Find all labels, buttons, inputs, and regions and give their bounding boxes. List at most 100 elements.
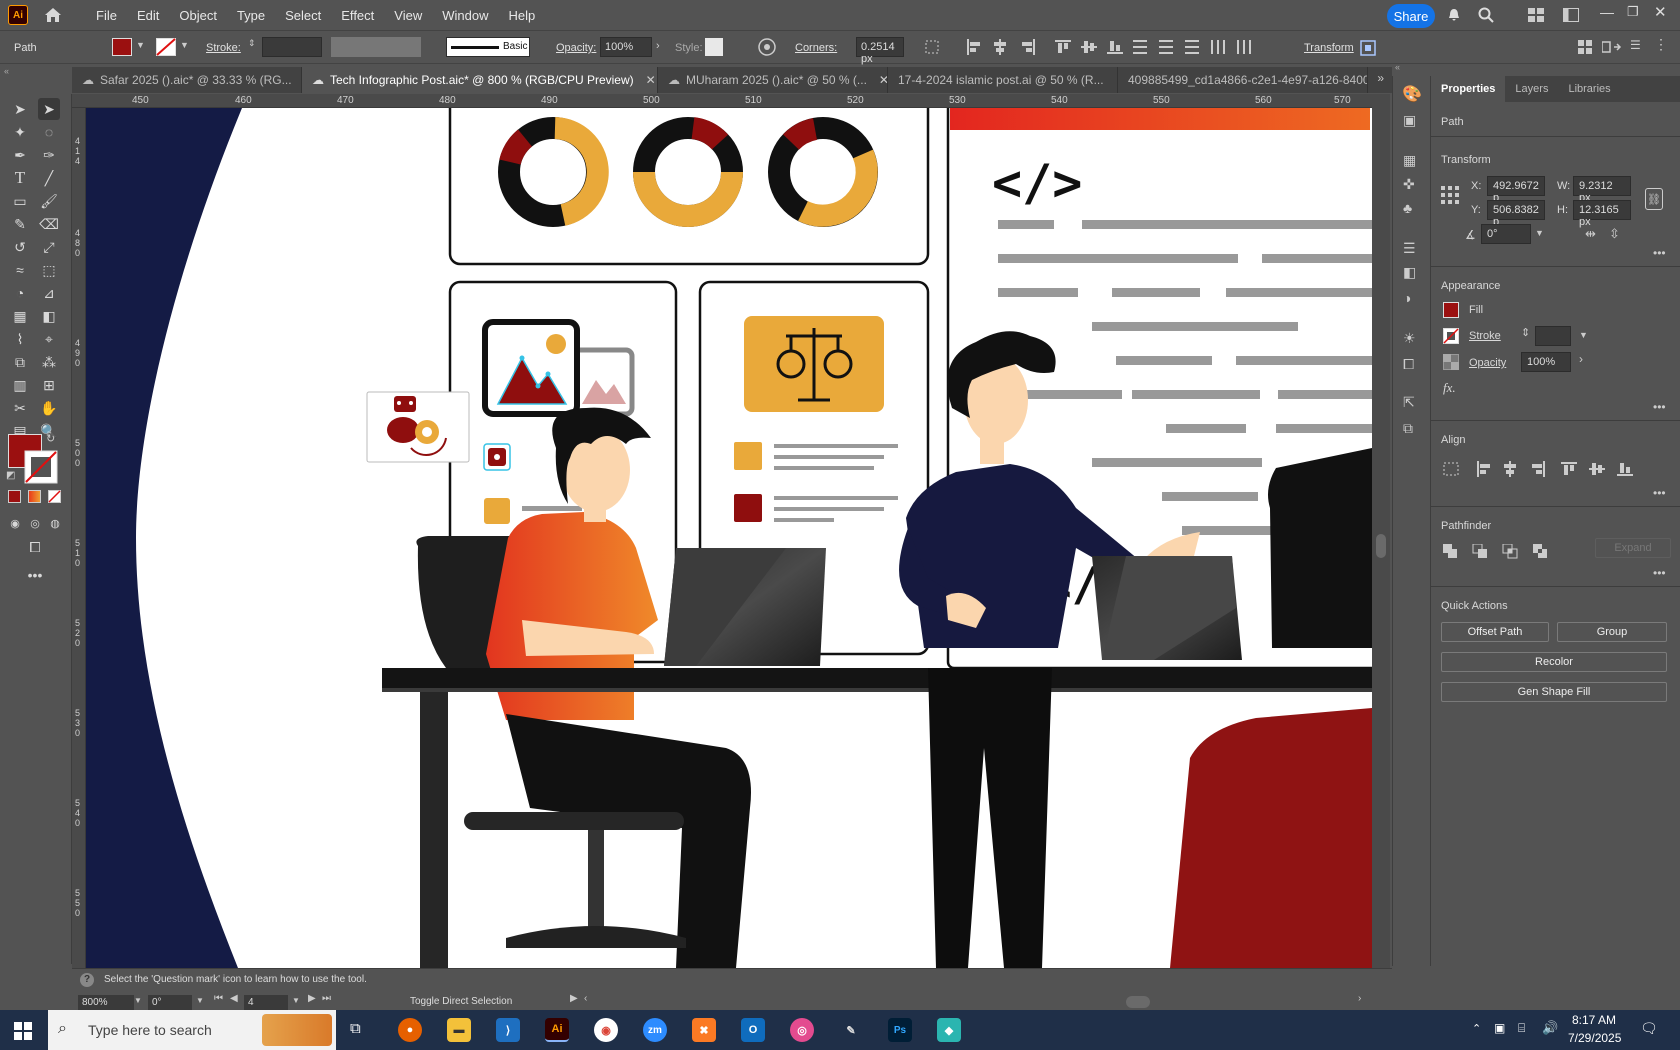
artboard-canvas[interactable]: </> </> [86,108,1372,968]
firefox-icon[interactable]: ● [398,1018,422,1042]
symbol-sprayer-icon[interactable]: ⁂ [38,351,60,373]
tab-muharam-2025[interactable]: ☁ MUharam 2025 ().aic* @ 50 % (... ✕ [658,67,888,93]
chevron-down-icon[interactable]: ▼ [1579,330,1588,340]
scroll-left-icon[interactable]: ‹ [584,993,587,1004]
first-artboard-icon[interactable]: ⏮ [214,993,223,1004]
curvature-tool-icon[interactable]: ✑ [38,144,60,166]
x-position-field[interactable]: 492.9672 p [1487,176,1545,204]
network-icon[interactable]: ⌸ [1518,1021,1525,1036]
infographic-artwork[interactable]: </> </> [86,108,1372,968]
corners-field[interactable]: 0.2514 px [856,37,904,65]
direct-selection-tool-icon[interactable]: ➤ [38,98,60,120]
recolor-artwork-icon[interactable] [758,38,776,56]
gradient-panel-icon[interactable]: ◧ [1403,264,1416,281]
type-tool-icon[interactable]: T [9,167,31,189]
zoom-field[interactable]: 800% [78,995,134,1011]
mesh-tool-icon[interactable]: ▦ [9,305,31,327]
pen-app-icon[interactable]: ✎ [839,1018,863,1042]
swatches-icon[interactable]: ▦ [1403,152,1416,169]
menu-type[interactable]: Type [227,8,275,23]
width-field[interactable]: 9.2312 px [1573,176,1631,204]
search-icon[interactable] [1478,7,1494,23]
color-panel-icon[interactable]: 🎨 [1402,84,1422,104]
app-icon[interactable]: ◆ [937,1018,961,1042]
draw-inside-icon[interactable]: ◍ [44,512,66,534]
creative-cloud-icon[interactable]: ◎ [790,1018,814,1042]
scale-tool-icon[interactable]: ⤢ [38,236,60,258]
variable-width-profile[interactable] [331,37,421,57]
eyedropper-icon[interactable]: ⌇ [9,328,31,350]
volume-icon[interactable]: 🔊 [1542,1020,1558,1036]
chrome-icon[interactable]: ◉ [594,1018,618,1042]
transform-link[interactable]: Transform [1304,42,1354,54]
chevron-right-icon[interactable]: ▶ [570,993,578,1004]
slice-tool-icon[interactable]: ✂ [9,397,31,419]
artboard-number-field[interactable]: 4 [244,995,288,1011]
artboards-icon[interactable]: ⧉ [1403,420,1413,437]
pathfinder-buttons[interactable] [1443,544,1563,560]
fx-effects-button[interactable]: fx. [1443,380,1456,396]
photoshop-icon[interactable]: Ps [888,1018,912,1042]
rectangle-tool-icon[interactable]: ▭ [9,190,31,212]
vertical-scrollbar-thumb[interactable] [1376,534,1386,558]
more-options-icon[interactable]: ⋮ [1654,36,1668,53]
stroke-color-box[interactable] [24,450,58,484]
more-options-icon[interactable]: ••• [1653,566,1666,580]
tab-properties[interactable]: Properties [1431,76,1506,102]
clock-time[interactable]: 8:17 AM [1572,1013,1616,1027]
color-mode-icon[interactable] [8,490,21,503]
rotation-view-field[interactable]: 0° [148,995,192,1011]
gradient-tool-icon[interactable]: ◧ [38,305,60,327]
fill-swatch[interactable] [1443,302,1459,318]
help-question-mark-icon[interactable]: ? [80,973,94,987]
outlook-icon[interactable]: O [741,1018,765,1042]
opacity-link[interactable]: Opacity [1469,357,1506,369]
lasso-icon[interactable]: ◌ [38,121,60,143]
graphic-styles-icon[interactable]: ⧠ [1403,356,1414,373]
default-colors-icon[interactable]: ◩ [6,470,15,481]
rotate-tool-icon[interactable]: ↺ [9,236,31,258]
menu-window[interactable]: Window [432,8,498,23]
height-field[interactable]: 12.3165 px [1573,200,1631,228]
windows-start-icon[interactable] [14,1022,32,1040]
notifications-icon[interactable]: 🗨 [1640,1020,1658,1037]
gen-shape-fill-button[interactable]: Gen Shape Fill [1441,682,1667,702]
edit-toolbar-icon[interactable]: ••• [24,564,46,586]
chevron-right-icon[interactable]: › [656,40,660,52]
chevron-down-icon[interactable]: ▼ [292,996,300,1005]
align-buttons[interactable] [1443,460,1653,478]
menu-select[interactable]: Select [275,8,331,23]
control-bar-menu-icon[interactable]: ☰ [1630,38,1641,52]
transparency-icon[interactable]: ◑ [1403,290,1411,306]
task-view-icon[interactable]: ⧉ [350,1020,361,1037]
menu-effect[interactable]: Effect [331,8,384,23]
brush-definition-field[interactable]: Basic [446,37,530,57]
recolor-button[interactable]: Recolor [1441,652,1667,672]
stroke-weight-field[interactable] [1535,326,1571,346]
draw-behind-icon[interactable]: ◎ [24,512,46,534]
blend-tool-icon[interactable]: ⧉ [9,351,31,373]
chevron-down-icon[interactable]: ▼ [180,40,189,50]
close-tab-icon[interactable]: ✕ [646,73,656,87]
minimize-icon[interactable]: — [1600,4,1614,20]
symbols-icon[interactable]: ♣ [1403,200,1412,216]
draw-normal-icon[interactable]: ◉ [4,512,26,534]
opacity-field[interactable]: 100% [1521,352,1571,372]
next-artboard-icon[interactable]: ▶ [308,993,316,1004]
collapse-icon[interactable]: « [4,66,9,76]
artboard-tool-icon[interactable]: ⊞ [38,374,60,396]
menu-object[interactable]: Object [169,8,227,23]
chevron-right-icon[interactable]: › [1579,352,1583,366]
graph-tool-icon[interactable]: ▥ [9,374,31,396]
magic-wand-icon[interactable]: ✦ [9,121,31,143]
home-icon[interactable] [42,4,64,26]
workspace-switcher-icon[interactable] [1528,8,1544,22]
group-button[interactable]: Group [1557,622,1667,642]
stroke-panel-icon[interactable]: ☰ [1403,240,1416,257]
arrange-documents-icon[interactable] [1563,8,1579,22]
menu-view[interactable]: View [384,8,432,23]
gradient-mode-icon[interactable] [28,490,41,503]
chevron-down-icon[interactable]: ▼ [136,40,145,50]
paintbrush-icon[interactable]: 🖌 [38,190,60,212]
share-button[interactable]: Share [1387,4,1435,28]
